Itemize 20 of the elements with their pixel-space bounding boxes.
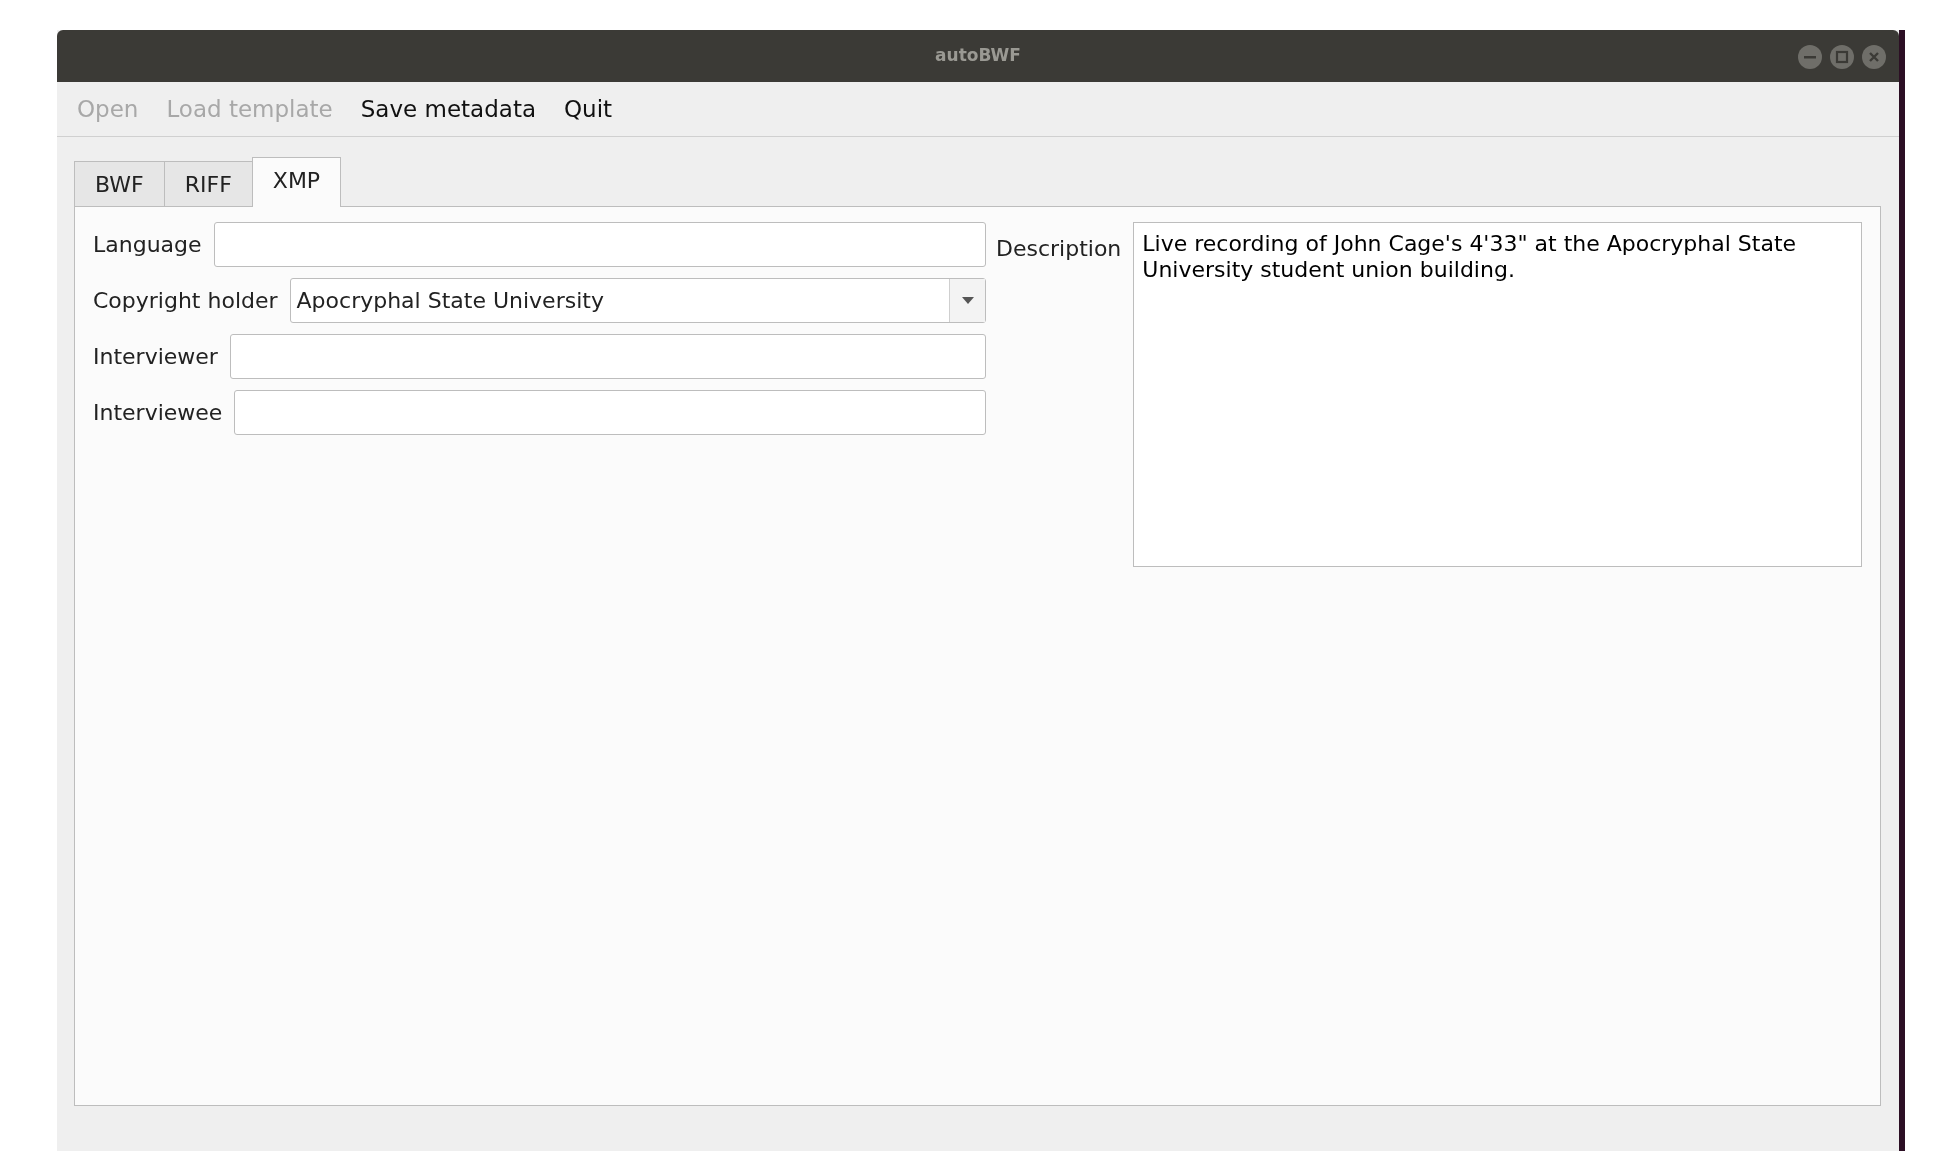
- tab[interactable]: XMP: [251, 157, 342, 207]
- tab[interactable]: RIFF: [163, 161, 253, 206]
- minimize-icon[interactable]: [1797, 44, 1823, 70]
- tab[interactable]: BWF: [74, 161, 165, 206]
- field-label: Copyright holder: [93, 287, 278, 315]
- field-label: Description: [996, 235, 1122, 263]
- field-label: Interviewer: [93, 343, 218, 371]
- window-title: autoBWF: [935, 44, 1021, 68]
- close-icon[interactable]: [1861, 44, 1887, 70]
- menu-item[interactable]: Save metadata: [360, 91, 536, 127]
- field-label: Interviewee: [93, 399, 223, 427]
- text-field[interactable]: [213, 222, 986, 267]
- menu-item[interactable]: Quit: [564, 91, 613, 127]
- maximize-icon[interactable]: [1829, 44, 1855, 70]
- field-label: Language: [93, 231, 202, 259]
- text-field[interactable]: [229, 334, 986, 379]
- combo-box[interactable]: Apocryphal State University: [289, 278, 986, 323]
- text-field[interactable]: [234, 390, 986, 435]
- description-field[interactable]: Live recording of John Cage's 4'33" at the Apocryphal State University student union building.: [1133, 222, 1862, 567]
- dropdown-caret-icon: [961, 297, 974, 304]
